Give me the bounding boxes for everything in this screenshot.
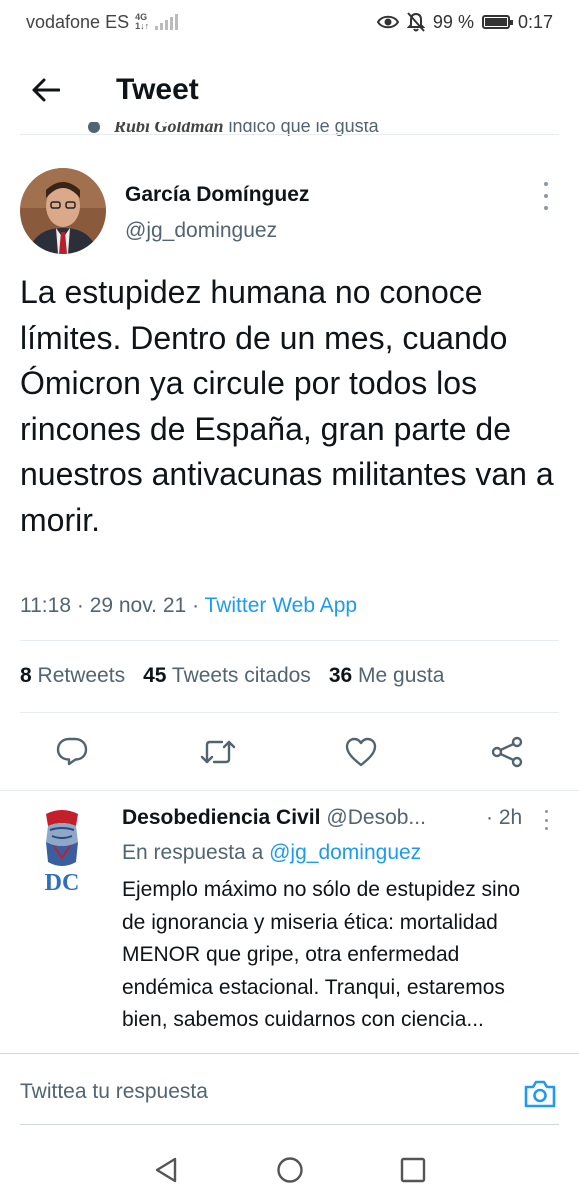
replying-to-label: En respuesta a bbox=[122, 841, 264, 864]
battery-percent: 99 % bbox=[432, 11, 474, 32]
reply-avatar[interactable]: DC bbox=[36, 810, 88, 896]
status-right: 99 % 0:17 bbox=[376, 11, 553, 33]
eye-icon bbox=[376, 15, 399, 29]
replying-to-mention[interactable]: @jg_dominguez bbox=[269, 841, 421, 864]
replying-to: En respuesta a @jg_dominguez bbox=[122, 841, 421, 865]
author-avatar[interactable] bbox=[20, 168, 106, 254]
reply-author-handle[interactable]: @Desob... bbox=[326, 806, 426, 830]
author-handle[interactable]: @jg_dominguez bbox=[125, 219, 277, 243]
battery-icon bbox=[481, 15, 513, 29]
system-back-button[interactable] bbox=[146, 1150, 186, 1190]
retweets-label: Retweets bbox=[37, 664, 126, 687]
page-title: Tweet bbox=[116, 73, 199, 106]
tweet-actions bbox=[0, 728, 579, 776]
social-context[interactable]: Rubi Goldman indicó que le gusta bbox=[88, 122, 548, 144]
tweet-stats: 8 Retweets 45 Tweets citados 36 Me gusta bbox=[20, 664, 444, 688]
reply-header: Desobediencia Civil @Desob... · 2h bbox=[122, 806, 562, 830]
meta-separator: · bbox=[76, 594, 84, 617]
signal-icon bbox=[155, 14, 179, 30]
reply-text: Ejemplo máximo no sólo de estupidez sino… bbox=[122, 878, 521, 1031]
likes-count: 36 bbox=[328, 664, 353, 687]
tweet-source-link[interactable]: Twitter Web App bbox=[205, 594, 358, 617]
heart-icon bbox=[88, 122, 100, 133]
like-button[interactable] bbox=[337, 728, 385, 776]
system-home-button[interactable] bbox=[270, 1150, 310, 1190]
reply-icon bbox=[56, 737, 88, 766]
quotes-label: Tweets citados bbox=[171, 664, 311, 687]
likes-label: Me gusta bbox=[358, 664, 445, 687]
back-triangle-icon bbox=[155, 1157, 177, 1183]
system-navigation-bar bbox=[0, 1140, 579, 1200]
carrier-label: vodafone ES bbox=[26, 11, 130, 32]
tweet-date: 29 nov. 21 bbox=[89, 594, 187, 617]
divider bbox=[20, 712, 559, 713]
share-icon bbox=[491, 736, 523, 768]
status-bar: vodafone ES 4G 1↓↑ 99 % 0:17 bbox=[0, 0, 579, 44]
quotes-stat[interactable]: 45 Tweets citados bbox=[143, 664, 311, 688]
reply-button[interactable] bbox=[48, 728, 96, 776]
home-circle-icon bbox=[277, 1157, 303, 1183]
arrow-left-icon bbox=[32, 78, 60, 102]
divider bbox=[0, 790, 579, 791]
reply-avatar-text: DC bbox=[45, 870, 80, 896]
camera-button[interactable] bbox=[520, 1074, 560, 1114]
network-activity: 1↓↑ bbox=[135, 21, 150, 31]
heart-outline-icon bbox=[345, 737, 377, 767]
battery-fill bbox=[484, 18, 507, 26]
divider bbox=[20, 640, 559, 641]
retweet-button[interactable] bbox=[194, 728, 242, 776]
clock: 0:17 bbox=[517, 11, 553, 32]
back-button[interactable] bbox=[21, 65, 71, 115]
reply-timestamp[interactable]: · 2h bbox=[486, 806, 522, 830]
system-recents-button[interactable] bbox=[393, 1150, 433, 1190]
reply-text-container: Ejemplo máximo no sólo de estupidez sino… bbox=[122, 874, 542, 1054]
input-underline bbox=[20, 1124, 559, 1125]
retweet-icon bbox=[200, 740, 236, 764]
retweets-stat[interactable]: 8 Retweets bbox=[20, 664, 125, 688]
status-left: vodafone ES 4G 1↓↑ bbox=[26, 11, 179, 33]
quotes-count: 45 bbox=[143, 664, 167, 687]
tweet-meta: 11:18 · 29 nov. 21 · Twitter Web App bbox=[20, 594, 357, 618]
reply-input[interactable]: Twittea tu respuesta bbox=[20, 1080, 500, 1110]
author-name[interactable]: García Domínguez bbox=[125, 183, 309, 207]
mute-bell-icon bbox=[406, 12, 425, 32]
tweet-text: La estupidez humana no conoce límites. D… bbox=[20, 274, 554, 538]
retweets-count: 8 bbox=[20, 664, 32, 687]
divider bbox=[20, 134, 559, 135]
likes-stat[interactable]: 36 Me gusta bbox=[329, 664, 445, 688]
top-app-bar: Tweet bbox=[0, 56, 579, 124]
reply-more-options-icon[interactable] bbox=[540, 810, 552, 830]
camera-icon bbox=[524, 1080, 556, 1108]
network-indicator: 4G 1↓↑ bbox=[135, 13, 149, 31]
compose-bar: Twittea tu respuesta bbox=[0, 1054, 579, 1134]
share-button[interactable] bbox=[483, 728, 531, 776]
tweet-time: 11:18 bbox=[20, 594, 71, 617]
more-options-icon[interactable] bbox=[536, 182, 556, 210]
reply-author-name[interactable]: Desobediencia Civil bbox=[122, 806, 320, 830]
meta-separator: · bbox=[192, 594, 200, 617]
recents-square-icon bbox=[400, 1157, 426, 1183]
